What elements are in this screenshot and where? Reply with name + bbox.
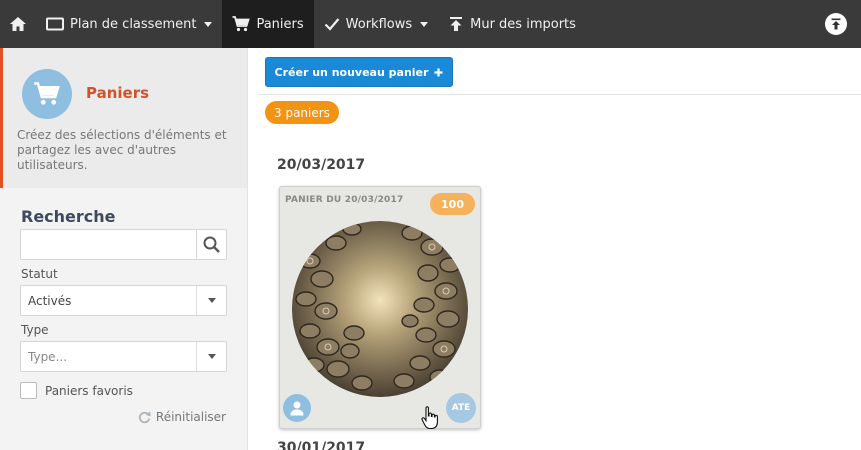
nav-mur-des-imports[interactable]: Mur des imports bbox=[438, 0, 586, 48]
top-navbar: Plan de classement Paniers Workflows Mur… bbox=[0, 0, 861, 48]
chevron-down-icon bbox=[204, 21, 213, 27]
chevron-down-icon bbox=[420, 21, 429, 27]
basket-item-count: 100 bbox=[430, 193, 475, 215]
favorites-checkbox[interactable] bbox=[20, 382, 37, 399]
nav-workflows[interactable]: Workflows bbox=[314, 0, 438, 48]
home-button[interactable] bbox=[0, 0, 36, 48]
cart-icon bbox=[34, 82, 60, 105]
user-icon bbox=[290, 401, 304, 416]
paniers-logo bbox=[22, 69, 72, 119]
date-heading: 30/01/2017 bbox=[277, 440, 366, 450]
owner-initials-badge: ATE bbox=[446, 393, 476, 423]
nav-label: Mur des imports bbox=[470, 16, 576, 32]
search-input[interactable] bbox=[21, 230, 196, 259]
upload-arrow-icon bbox=[831, 18, 841, 30]
home-icon bbox=[10, 17, 26, 31]
search-box bbox=[20, 229, 227, 260]
basket-count-badge: 3 paniers bbox=[265, 101, 339, 124]
sidebar-header: Paniers Créez des sélections d'éléments … bbox=[0, 48, 247, 188]
date-heading: 20/03/2017 bbox=[277, 157, 366, 173]
scroll-top-button[interactable] bbox=[825, 13, 847, 35]
search-button[interactable] bbox=[196, 230, 226, 259]
plus-icon bbox=[434, 68, 443, 76]
create-basket-button[interactable]: Créer un nouveau panier bbox=[265, 57, 453, 87]
chevron-down-icon bbox=[196, 286, 226, 315]
create-basket-label: Créer un nouveau panier bbox=[274, 65, 429, 79]
status-label: Statut bbox=[21, 267, 58, 281]
chevron-down-icon bbox=[196, 342, 226, 371]
hand-cursor-icon bbox=[421, 406, 438, 430]
reset-button[interactable]: Réinitialiser bbox=[138, 410, 226, 424]
status-select[interactable]: Activés bbox=[20, 285, 227, 316]
reset-label: Réinitialiser bbox=[155, 410, 226, 424]
sidebar-title: Paniers bbox=[86, 84, 150, 102]
favorites-label[interactable]: Paniers favoris bbox=[45, 384, 133, 398]
refresh-icon bbox=[138, 411, 151, 423]
nav-label: Paniers bbox=[256, 16, 304, 32]
type-select[interactable]: Type... bbox=[20, 341, 227, 372]
basket-card-title: PANIER DU 20/03/2017 bbox=[285, 195, 404, 205]
basket-card[interactable]: PANIER DU 20/03/2017 100 ATE bbox=[279, 186, 481, 429]
upload-icon bbox=[450, 17, 463, 31]
check-icon bbox=[324, 18, 339, 31]
nav-plan-de-classement[interactable]: Plan de classement bbox=[36, 0, 222, 48]
type-value: Type... bbox=[28, 349, 68, 364]
favorites-filter: Paniers favoris bbox=[20, 382, 133, 399]
sidebar: Paniers Créez des sélections d'éléments … bbox=[0, 48, 248, 450]
search-icon bbox=[203, 236, 220, 253]
status-value: Activés bbox=[28, 293, 72, 308]
user-avatar bbox=[283, 394, 311, 422]
sidebar-description: Créez des sélections d'éléments et parta… bbox=[17, 128, 227, 172]
nav-label: Plan de classement bbox=[70, 16, 197, 32]
nav-label: Workflows bbox=[345, 16, 413, 32]
type-label: Type bbox=[21, 323, 49, 337]
basket-cover-image bbox=[292, 221, 468, 397]
search-title: Recherche bbox=[21, 207, 116, 226]
folder-icon bbox=[46, 17, 64, 31]
nav-paniers[interactable]: Paniers bbox=[222, 0, 314, 48]
divider bbox=[258, 94, 861, 95]
cart-icon bbox=[232, 16, 251, 32]
